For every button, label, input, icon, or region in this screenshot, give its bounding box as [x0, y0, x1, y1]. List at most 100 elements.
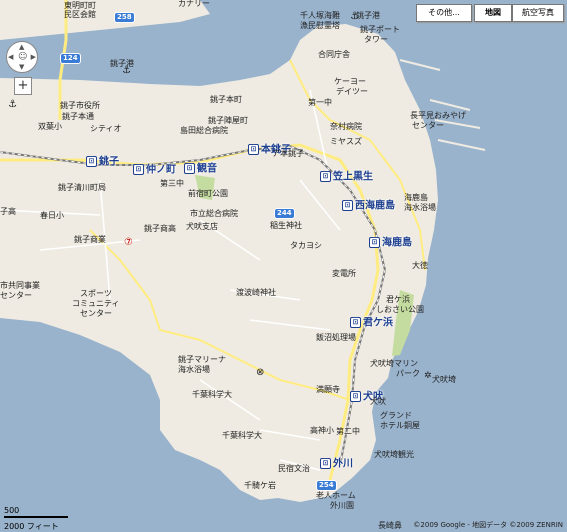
train-station-icon: ⊡	[369, 237, 380, 248]
station-kannon[interactable]: ⊡ 観音	[184, 163, 217, 175]
pan-right-icon[interactable]: ▶	[31, 53, 36, 61]
place-label: 銚子マリーナ	[178, 355, 226, 364]
route-badge: 254	[316, 480, 337, 491]
place-label: 千葉科学大	[192, 390, 232, 399]
place-label: 民宿文治	[278, 464, 310, 473]
map-canvas[interactable]: その他... 地図 航空写真 ▲ ◀ ▶ ▼ ☺ + ⊡ 銚子 ⊡ 仲ノ町 ⊡ 観音 …	[0, 0, 567, 532]
satellite-type-button[interactable]: 航空写真	[512, 4, 564, 22]
place-label: 満願寺	[316, 385, 340, 394]
place-label: ア本銚子	[272, 149, 304, 158]
place-label: 春日小	[40, 211, 64, 220]
place-label: 銚子陣屋町	[208, 116, 248, 125]
station-kasagami-kurohae[interactable]: ⊡ 笠上黒生	[320, 171, 373, 183]
place-label: 前宿町公園	[188, 189, 228, 198]
place-label: 犬吠埼観光	[374, 450, 414, 459]
place-label: シティオ	[90, 124, 122, 133]
place-label: 銚子ポート	[360, 25, 400, 34]
zoom-in-button[interactable]: +	[14, 77, 32, 95]
place-label: スポーツ	[80, 289, 112, 298]
place-label: タワー	[364, 35, 388, 44]
place-label: 漁民慰霊塔	[300, 21, 340, 30]
place-label: 変電所	[332, 269, 356, 278]
station-nishi-ashikajima[interactable]: ⊡ 西海鹿島	[342, 200, 395, 212]
place-label: 犬吠支店	[186, 222, 218, 231]
train-station-icon: ⊡	[350, 391, 361, 402]
place-label: カナリー	[178, 0, 210, 8]
train-station-icon: ⊡	[350, 317, 361, 328]
scale-feet: 2000 フィート	[4, 522, 59, 531]
lighthouse-icon: ✲	[424, 371, 432, 381]
place-label: 第三中	[160, 179, 184, 188]
pan-down-icon[interactable]: ▼	[19, 63, 24, 71]
place-label: 稲生神社	[270, 221, 302, 230]
place-label: 外川園	[330, 501, 354, 510]
train-station-icon: ⊡	[320, 171, 331, 182]
route-badge: 244	[274, 208, 295, 219]
station-ashikajima[interactable]: ⊡ 海鹿島	[369, 237, 412, 249]
place-label: 第一中	[308, 98, 332, 107]
place-label: 銚子市役所	[60, 101, 100, 110]
place-label: 双葉小	[38, 122, 62, 131]
pegman-icon[interactable]: ☺	[18, 52, 27, 62]
place-label: コミュニティ	[72, 299, 120, 308]
place-label: タカヨシ	[290, 241, 322, 250]
place-label: 高神小	[310, 426, 334, 435]
place-label: 犬吠	[370, 397, 386, 406]
train-station-icon: ⊡	[320, 458, 331, 469]
place-label: 大徳	[412, 261, 428, 270]
convenience-store-icon: ⑦	[124, 237, 133, 248]
place-label: 渡波崎神社	[236, 288, 276, 297]
place-label: 銚子商業	[74, 235, 106, 244]
anchor-icon: ⚓	[122, 65, 131, 76]
train-station-icon: ⊡	[133, 164, 144, 175]
place-label: 犬吠埼	[432, 375, 456, 384]
place-label: 銚子港	[356, 11, 380, 20]
place-label: センター	[80, 309, 112, 318]
place-label: 千人塚海難	[300, 11, 340, 20]
route-badge: 124	[60, 53, 81, 64]
train-station-icon: ⊡	[86, 156, 97, 167]
train-station-icon: ⊡	[342, 200, 353, 211]
station-choshi[interactable]: ⊡ 銚子	[86, 156, 119, 168]
train-station-icon: ⊡	[248, 144, 259, 155]
place-label: 銚子本町	[210, 95, 242, 104]
place-label: 君ケ浜	[386, 295, 410, 304]
map-base-svg	[0, 0, 486, 502]
place-label: 市共同事業	[0, 281, 40, 290]
anchor-icon: ⚓	[8, 99, 17, 110]
place-label: 飯沼処理場	[316, 333, 356, 342]
pan-control[interactable]: ▲ ◀ ▶ ▼ ☺	[6, 41, 38, 73]
post-office-icon: ⊗	[256, 367, 265, 378]
route-badge: 258	[114, 12, 135, 23]
scale-bar	[4, 516, 68, 518]
place-label: 千葉科学大	[222, 431, 262, 440]
place-label: ミヤスズ	[330, 137, 362, 146]
place-label: 海鹿島	[404, 193, 428, 202]
place-label: ケーヨー	[334, 77, 366, 86]
place-label: 奈村病院	[330, 122, 362, 131]
map-type-button[interactable]: 地図	[474, 4, 512, 22]
place-label: グランド	[380, 411, 412, 420]
place-label: 銚子清川町局	[58, 183, 106, 192]
map-copyright: ©2009 Google - 地図データ ©2009 ZENRIN	[413, 521, 563, 529]
more-map-types-button[interactable]: その他...	[416, 4, 472, 22]
place-label: 千騎ケ岩	[244, 481, 276, 490]
anchor-icon: ⚓	[350, 11, 359, 22]
station-kimigahama[interactable]: ⊡ 君ケ浜	[350, 317, 393, 329]
pan-up-icon[interactable]: ▲	[19, 43, 24, 51]
place-label: 海水浴場	[404, 203, 436, 212]
place-label: 犬吠埼マリン	[370, 359, 418, 368]
place-label: しおさい公園	[376, 305, 424, 314]
station-tokawa[interactable]: ⊡ 外川	[320, 458, 353, 470]
place-label: 海水浴場	[178, 365, 210, 374]
place-label: 銚子本通	[62, 112, 94, 121]
place-label: 島田総合病院	[180, 126, 228, 135]
place-label: 第二中	[336, 427, 360, 436]
pan-left-icon[interactable]: ◀	[8, 53, 13, 61]
place-label: 東明町町	[64, 1, 96, 10]
place-label: 長平見おみやげ	[410, 111, 466, 120]
station-nakanocho[interactable]: ⊡ 仲ノ町	[133, 164, 176, 176]
place-label: パーク	[396, 369, 420, 378]
place-label: センター	[412, 121, 444, 130]
place-label: ホテル銅屋	[380, 421, 420, 430]
